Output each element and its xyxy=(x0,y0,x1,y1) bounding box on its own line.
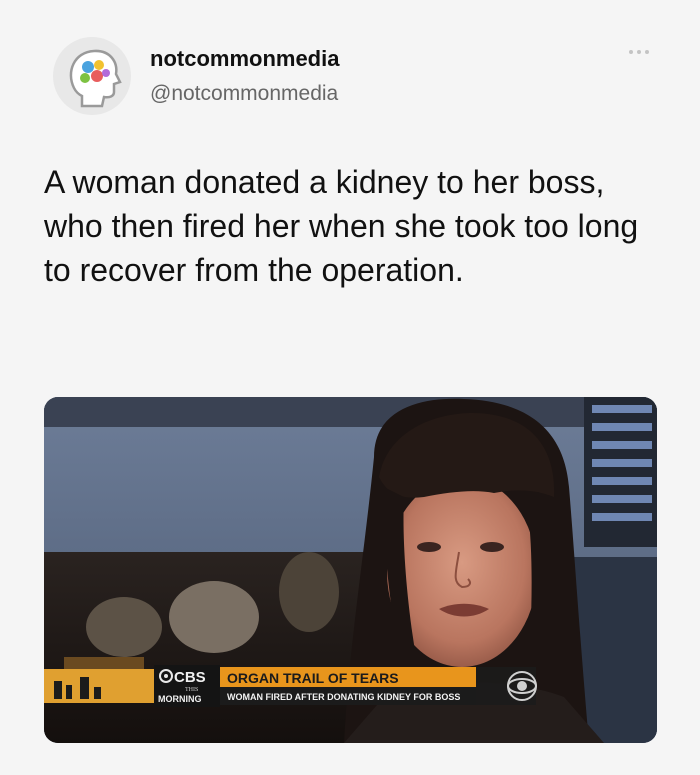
more-options-icon[interactable] xyxy=(622,45,656,59)
media-network-logo: CBS xyxy=(174,669,206,686)
tweet-text: A woman donated a kidney to her boss, wh… xyxy=(44,164,639,288)
tweet-media-image[interactable]: CBS THIS MORNING ORGAN TRAIL OF TEARS WO… xyxy=(44,397,657,743)
author-handle[interactable]: @notcommonmedia xyxy=(150,82,338,106)
media-subheadline: WOMAN FIRED AFTER DONATING KIDNEY FOR BO… xyxy=(227,692,460,702)
brain-profile-icon xyxy=(53,37,131,115)
media-network-sub: THIS xyxy=(185,687,198,693)
media-program-name: MORNING xyxy=(158,694,202,704)
author-avatar[interactable] xyxy=(52,36,132,116)
media-headline: ORGAN TRAIL OF TEARS xyxy=(227,670,399,686)
author-display-name[interactable]: notcommonmedia xyxy=(150,46,339,72)
